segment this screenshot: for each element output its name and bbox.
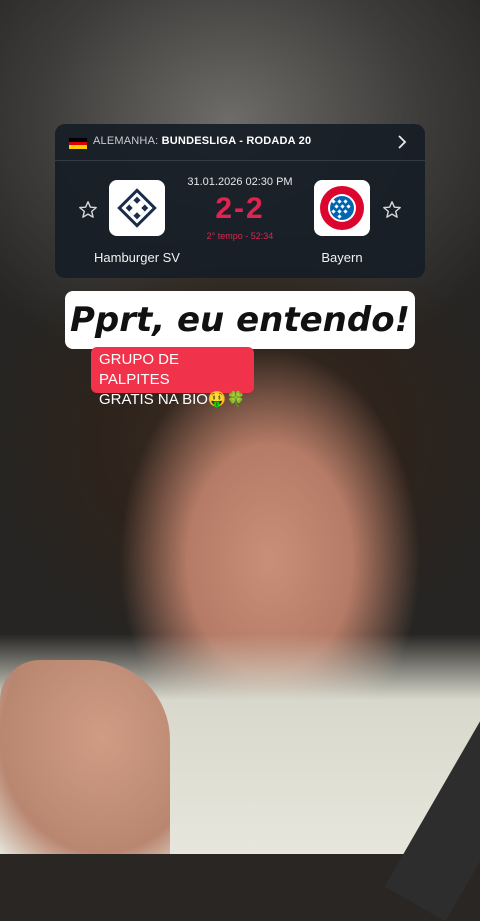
away-team-logo[interactable]	[314, 180, 370, 236]
sub-caption: GRUPO DE PALPITES GRATIS NA BIO🤑🍀	[91, 347, 254, 408]
germany-flag-icon	[69, 138, 87, 149]
sub-caption-line-1: GRUPO DE PALPITES	[99, 351, 180, 388]
chevron-right-icon[interactable]	[393, 133, 411, 151]
star-outline-icon[interactable]	[382, 200, 402, 220]
sub-caption-line-2: GRATIS NA BIO🤑🍀	[99, 391, 246, 408]
match-score-card[interactable]: ALEMANHA: BUNDESLIGA - RODADA 20 31.01.2…	[55, 124, 425, 278]
country-label: ALEMANHA:	[93, 135, 159, 147]
home-team-name[interactable]: Hamburger SV	[77, 250, 197, 265]
match-period: 2° tempo - 52:34	[206, 231, 274, 241]
bayern-crest-icon	[320, 186, 364, 230]
match-header[interactable]: ALEMANHA: BUNDESLIGA - RODADA 20	[55, 124, 425, 161]
league-label: ALEMANHA: BUNDESLIGA - RODADA 20	[93, 135, 311, 147]
away-team-name[interactable]: Bayern	[282, 250, 402, 265]
main-caption: Pprt, eu entendo!	[65, 291, 415, 349]
competition-label: BUNDESLIGA - RODADA 20	[161, 135, 312, 147]
video-hand	[0, 660, 170, 854]
